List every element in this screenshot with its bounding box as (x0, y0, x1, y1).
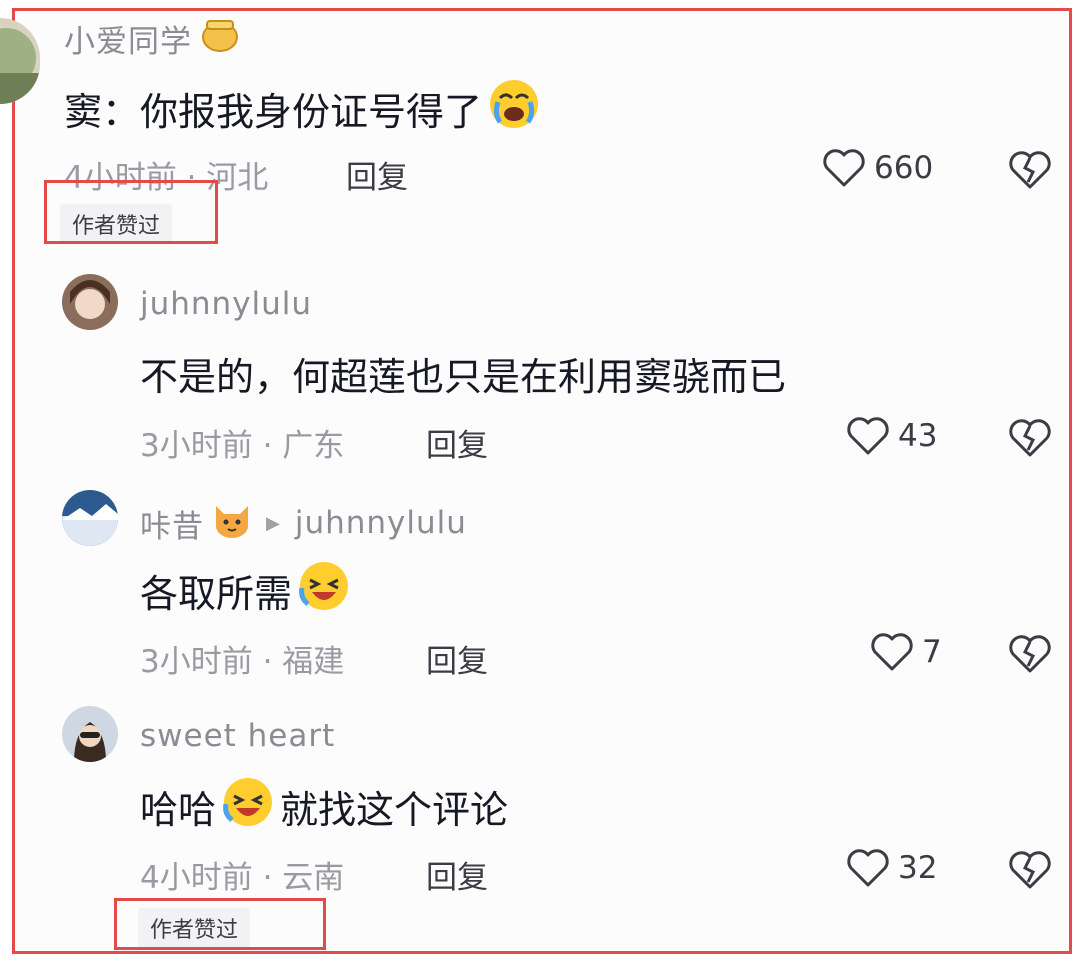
reply-button[interactable]: 回复 (426, 852, 488, 897)
comment-meta: 4小时前 · 云南 (140, 860, 345, 896)
comment-meta: 3小时前 · 广东 (140, 428, 345, 464)
comment-text: 各取所需 (140, 560, 350, 621)
like-count: 660 (874, 150, 934, 186)
comment-text-content: 窦：你报我身份证号得了 (64, 90, 483, 134)
reply-button[interactable]: 回复 (346, 152, 408, 197)
like-button[interactable]: 660 (822, 148, 933, 188)
broken-heart-icon (1009, 851, 1051, 889)
dislike-button[interactable] (1008, 418, 1052, 462)
like-button[interactable]: 7 (870, 632, 942, 672)
avatar[interactable] (62, 490, 118, 546)
dislike-button[interactable] (1008, 634, 1052, 678)
reply-button[interactable]: 回复 (426, 420, 488, 465)
broken-heart-icon (1009, 419, 1051, 457)
reply-button[interactable]: 回复 (426, 636, 488, 681)
comment-username[interactable]: 咔昔 ▶ juhnnylulu (140, 500, 467, 546)
avatar[interactable] (62, 274, 118, 330)
like-button[interactable]: 43 (846, 416, 937, 456)
username-text[interactable]: 咔昔 (140, 501, 204, 546)
like-count: 43 (898, 418, 938, 454)
highlight-box (44, 180, 218, 244)
dislike-button[interactable] (1008, 850, 1052, 894)
comment-username[interactable]: sweet heart (140, 718, 335, 754)
heart-icon (847, 849, 889, 887)
comment-text: 窦：你报我身份证号得了 (64, 78, 540, 139)
heart-icon (871, 633, 913, 671)
username-text[interactable]: 小爱同学 (64, 16, 192, 61)
dislike-button[interactable] (1008, 150, 1052, 194)
reply-to-username[interactable]: juhnnylulu (295, 505, 467, 541)
reply-arrow-icon: ▶ (266, 512, 281, 534)
highlight-box (114, 898, 326, 950)
like-count: 7 (922, 634, 942, 670)
heart-icon (823, 149, 865, 187)
like-count: 32 (898, 850, 938, 886)
honey-pot-emoji-icon (200, 17, 240, 61)
comment-username[interactable]: 小爱同学 (64, 16, 240, 61)
laughing-crying-emoji-icon (298, 560, 350, 621)
heart-icon (847, 417, 889, 455)
comment-text-before: 哈哈 (140, 788, 217, 832)
comment-text: 不是的，何超莲也只是在利用窦骁而已 (140, 355, 787, 399)
avatar[interactable] (62, 706, 118, 762)
comment-text: 哈哈 就找这个评论 (140, 776, 508, 837)
laughing-crying-emoji-icon (222, 776, 274, 837)
broken-heart-icon (1009, 151, 1051, 189)
broken-heart-icon (1009, 635, 1051, 673)
comment-meta: 3小时前 · 福建 (140, 644, 345, 680)
crying-face-emoji-icon (488, 78, 540, 139)
like-button[interactable]: 32 (846, 848, 937, 888)
comment-text-content: 各取所需 (140, 572, 293, 616)
cat-face-emoji-icon (212, 500, 252, 546)
comment-username[interactable]: juhnnylulu (140, 286, 312, 322)
comment-text-after: 就找这个评论 (280, 788, 509, 832)
